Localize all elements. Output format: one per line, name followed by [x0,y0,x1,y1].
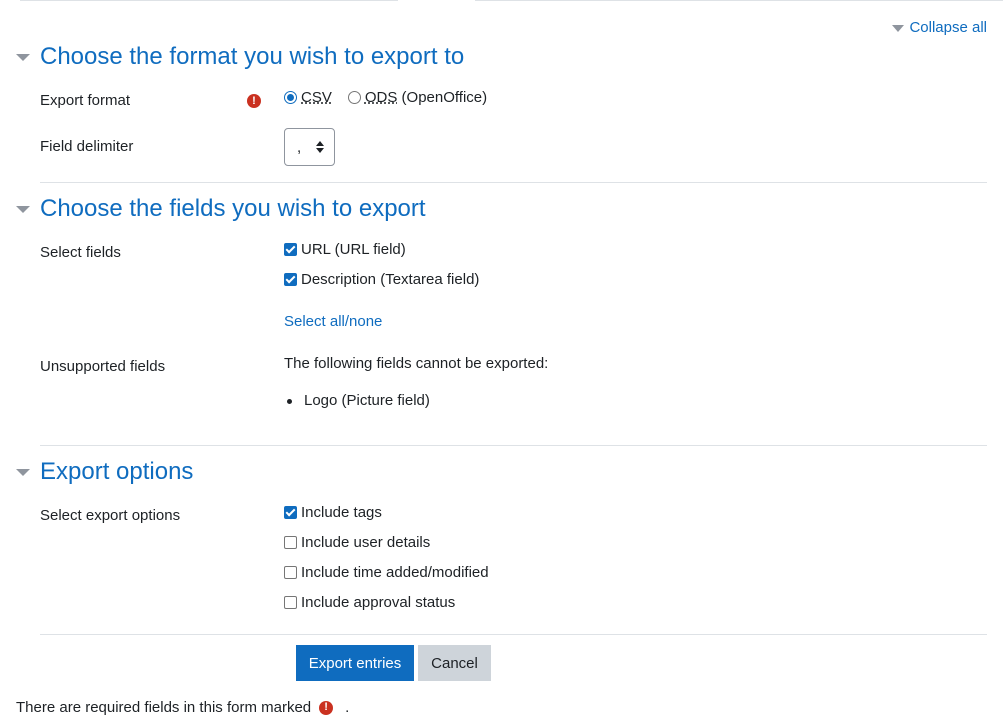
ods-radio-label[interactable]: ODS [365,89,398,106]
field-checkbox-url[interactable]: URL (URL field) [284,241,406,258]
collapse-all-label: Collapse all [909,19,987,36]
section-title-format: Choose the format you wish to export to [40,43,465,70]
section-title-fields: Choose the fields you wish to export [40,195,426,222]
checkbox-label[interactable]: Include tags [301,504,382,521]
field-delimiter-label: Field delimiter [40,138,134,155]
section-header-options[interactable]: Export options [16,458,193,486]
required-note-end: . [345,699,350,716]
unsupported-field-name: Logo (Picture field) [304,392,430,409]
required-fields-note: There are required fields in this form m… [16,699,349,716]
unsupported-fields-message: The following fields cannot be exported: [284,355,549,372]
checkbox-label[interactable]: Include approval status [301,594,455,611]
csv-radio-label[interactable]: CSV [301,89,332,106]
checkbox[interactable] [284,536,297,549]
section-divider [40,182,987,183]
exclamation-circle-icon: ! [247,94,261,108]
checkbox-label[interactable]: Description (Textarea field) [301,271,479,288]
option-checkbox-tags[interactable]: Include tags [284,504,382,521]
select-all-none-link[interactable]: Select all/none [284,313,382,330]
export-format-label: Export format [40,92,131,109]
ods-radio-suffix[interactable]: (OpenOffice) [397,89,488,106]
checkbox[interactable] [284,243,297,256]
checkbox[interactable] [284,273,297,286]
checkbox-label[interactable]: Include time added/modified [301,564,489,581]
list-item: Logo (Picture field) [287,392,430,409]
export-entries-button[interactable]: Export entries [296,645,414,681]
section-toggle-icon [16,469,30,476]
bullet-icon [287,399,292,404]
checkbox[interactable] [284,506,297,519]
section-toggle-icon [16,54,30,61]
tab-border-right [475,0,1003,1]
caret-down-icon [892,24,905,32]
checkbox[interactable] [284,566,297,579]
option-checkbox-time[interactable]: Include time added/modified [284,564,489,581]
checkbox-label[interactable]: URL (URL field) [301,241,406,258]
export-format-radio-group: CSV ODS (OpenOffice) [284,89,487,106]
section-toggle-icon [16,206,30,213]
csv-radio[interactable] [284,91,297,104]
field-delimiter-value: , [297,138,302,156]
chevron-updown-icon [316,141,324,153]
top-tab-border [0,0,1003,2]
required-note-text: There are required fields in this form m… [16,699,312,716]
option-checkbox-approval[interactable]: Include approval status [284,594,455,611]
tab-border-left [20,0,398,1]
section-header-fields[interactable]: Choose the fields you wish to export [16,195,426,223]
option-checkbox-user-details[interactable]: Include user details [284,534,430,551]
field-checkbox-description[interactable]: Description (Textarea field) [284,271,479,288]
checkbox[interactable] [284,596,297,609]
select-export-options-label: Select export options [40,507,181,524]
exclamation-circle-icon: ! [319,700,334,715]
checkbox-label[interactable]: Include user details [301,534,430,551]
section-divider [40,445,987,446]
field-delimiter-select[interactable]: , [284,128,335,166]
collapse-all-link[interactable]: Collapse all [892,19,987,36]
section-header-format[interactable]: Choose the format you wish to export to [16,43,464,71]
section-title-options: Export options [40,458,194,485]
select-fields-label: Select fields [40,244,121,261]
unsupported-fields-label: Unsupported fields [40,358,166,375]
ods-radio[interactable] [347,91,361,104]
section-divider [40,634,987,635]
cancel-button[interactable]: Cancel [418,645,491,681]
